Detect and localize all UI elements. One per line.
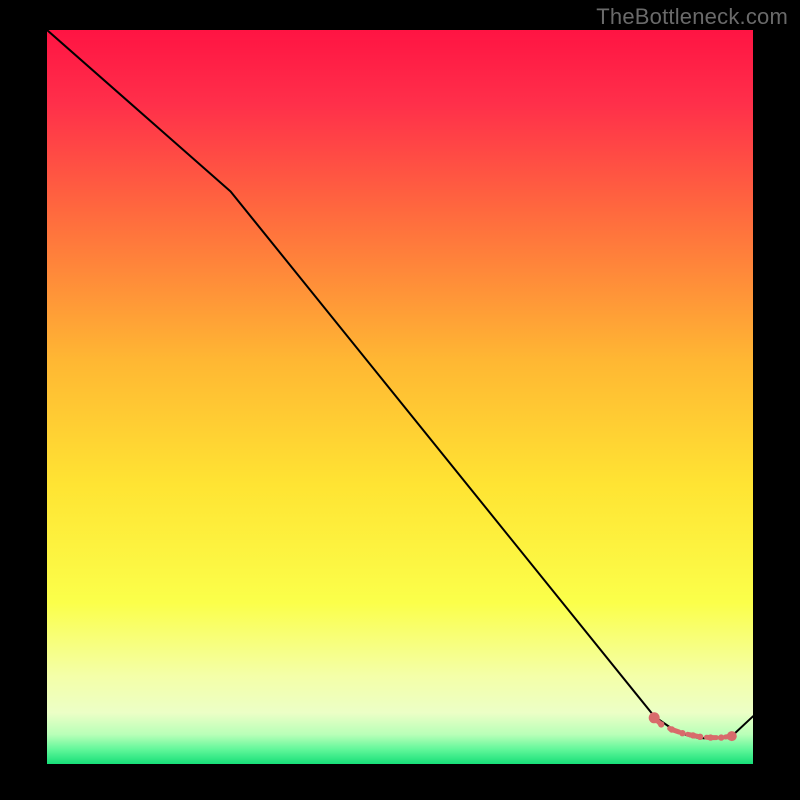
marker-dot: [649, 712, 660, 723]
marker-dot: [669, 726, 675, 732]
marker-dot: [707, 734, 713, 740]
marker-dot: [727, 731, 737, 741]
chart-frame: TheBottleneck.com: [0, 0, 800, 800]
plot-area: [47, 30, 753, 764]
marker-dot: [697, 734, 703, 740]
chart-svg: [47, 30, 753, 764]
marker-dot: [718, 734, 724, 740]
marker-dot: [690, 732, 696, 738]
watermark-text: TheBottleneck.com: [596, 4, 788, 30]
marker-dot: [679, 730, 685, 736]
gradient-background: [47, 30, 753, 764]
marker-dot: [658, 721, 664, 727]
